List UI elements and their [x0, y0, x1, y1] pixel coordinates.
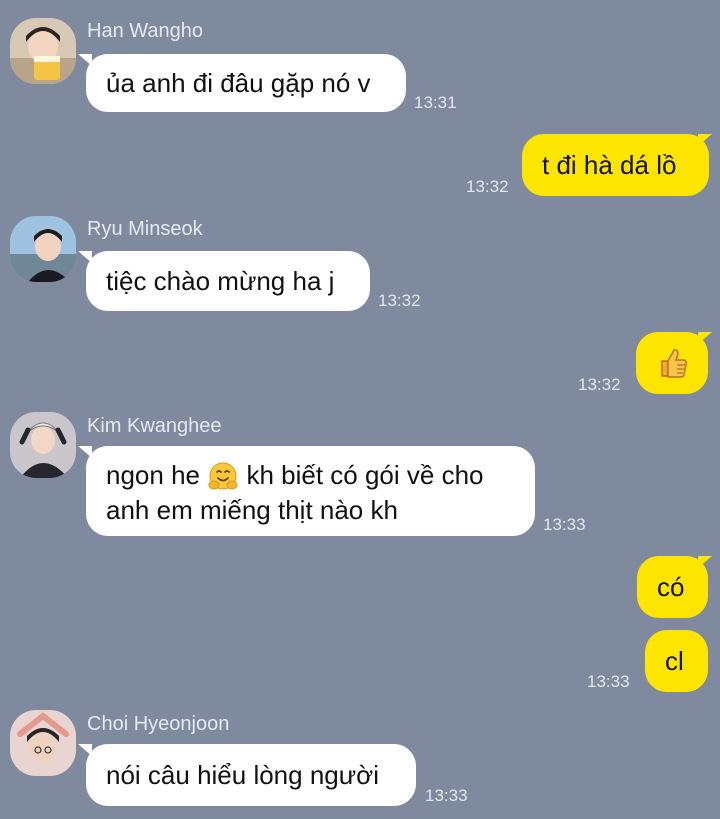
message-text: anh em miếng thịt nào kh [106, 495, 398, 526]
message-text: ngon he [106, 460, 200, 490]
message-bubble[interactable]: có [637, 556, 708, 618]
avatar-choi-hyeonjoon[interactable] [10, 710, 76, 776]
message-text: nói câu hiểu lòng người [106, 760, 379, 790]
message-text: ủa anh đi đâu gặp nó v [106, 68, 371, 98]
sender-name: Ryu Minseok [87, 218, 203, 240]
message-bubble[interactable]: tiệc chào mừng ha j [86, 251, 370, 311]
message-time: 13:33 [587, 672, 630, 691]
message-text: tiệc chào mừng ha j [106, 266, 335, 296]
message-time: 13:32 [466, 177, 509, 196]
message-bubble[interactable]: nói câu hiểu lòng người [86, 744, 416, 806]
message-time: 13:33 [425, 786, 468, 805]
avatar-ryu-minseok[interactable] [10, 216, 76, 282]
avatar-kim-kwanghee[interactable] [10, 412, 76, 478]
message-bubble[interactable]: t đi hà dá lồ [522, 134, 709, 196]
message-bubble[interactable] [636, 332, 708, 394]
message-text: kh biết có gói về cho [246, 460, 484, 490]
message-time: 13:31 [414, 93, 457, 112]
message-bubble[interactable]: ngon he kh biết có gói về cho anh em miế… [86, 446, 535, 536]
sender-name: Kim Kwanghee [87, 415, 222, 437]
thumbs-up-icon [661, 349, 687, 378]
message-bubble[interactable]: cl [645, 630, 708, 692]
message-time: 13:32 [578, 375, 621, 394]
sender-name: Han Wangho [87, 20, 203, 42]
message-text: cl [665, 646, 684, 676]
message-text: t đi hà dá lồ [542, 150, 677, 180]
message-bubble[interactable]: ủa anh đi đâu gặp nó v [86, 54, 406, 112]
hugging-face-icon [208, 462, 238, 490]
avatar-han-wangho[interactable] [10, 18, 76, 84]
sender-name: Choi Hyeonjoon [87, 713, 230, 735]
message-text: có [657, 572, 685, 602]
chat-area: Han Wangho ủa anh đi đâu gặp nó v 13:31 … [0, 0, 720, 819]
message-time: 13:33 [543, 515, 586, 534]
message-time: 13:32 [378, 291, 421, 310]
